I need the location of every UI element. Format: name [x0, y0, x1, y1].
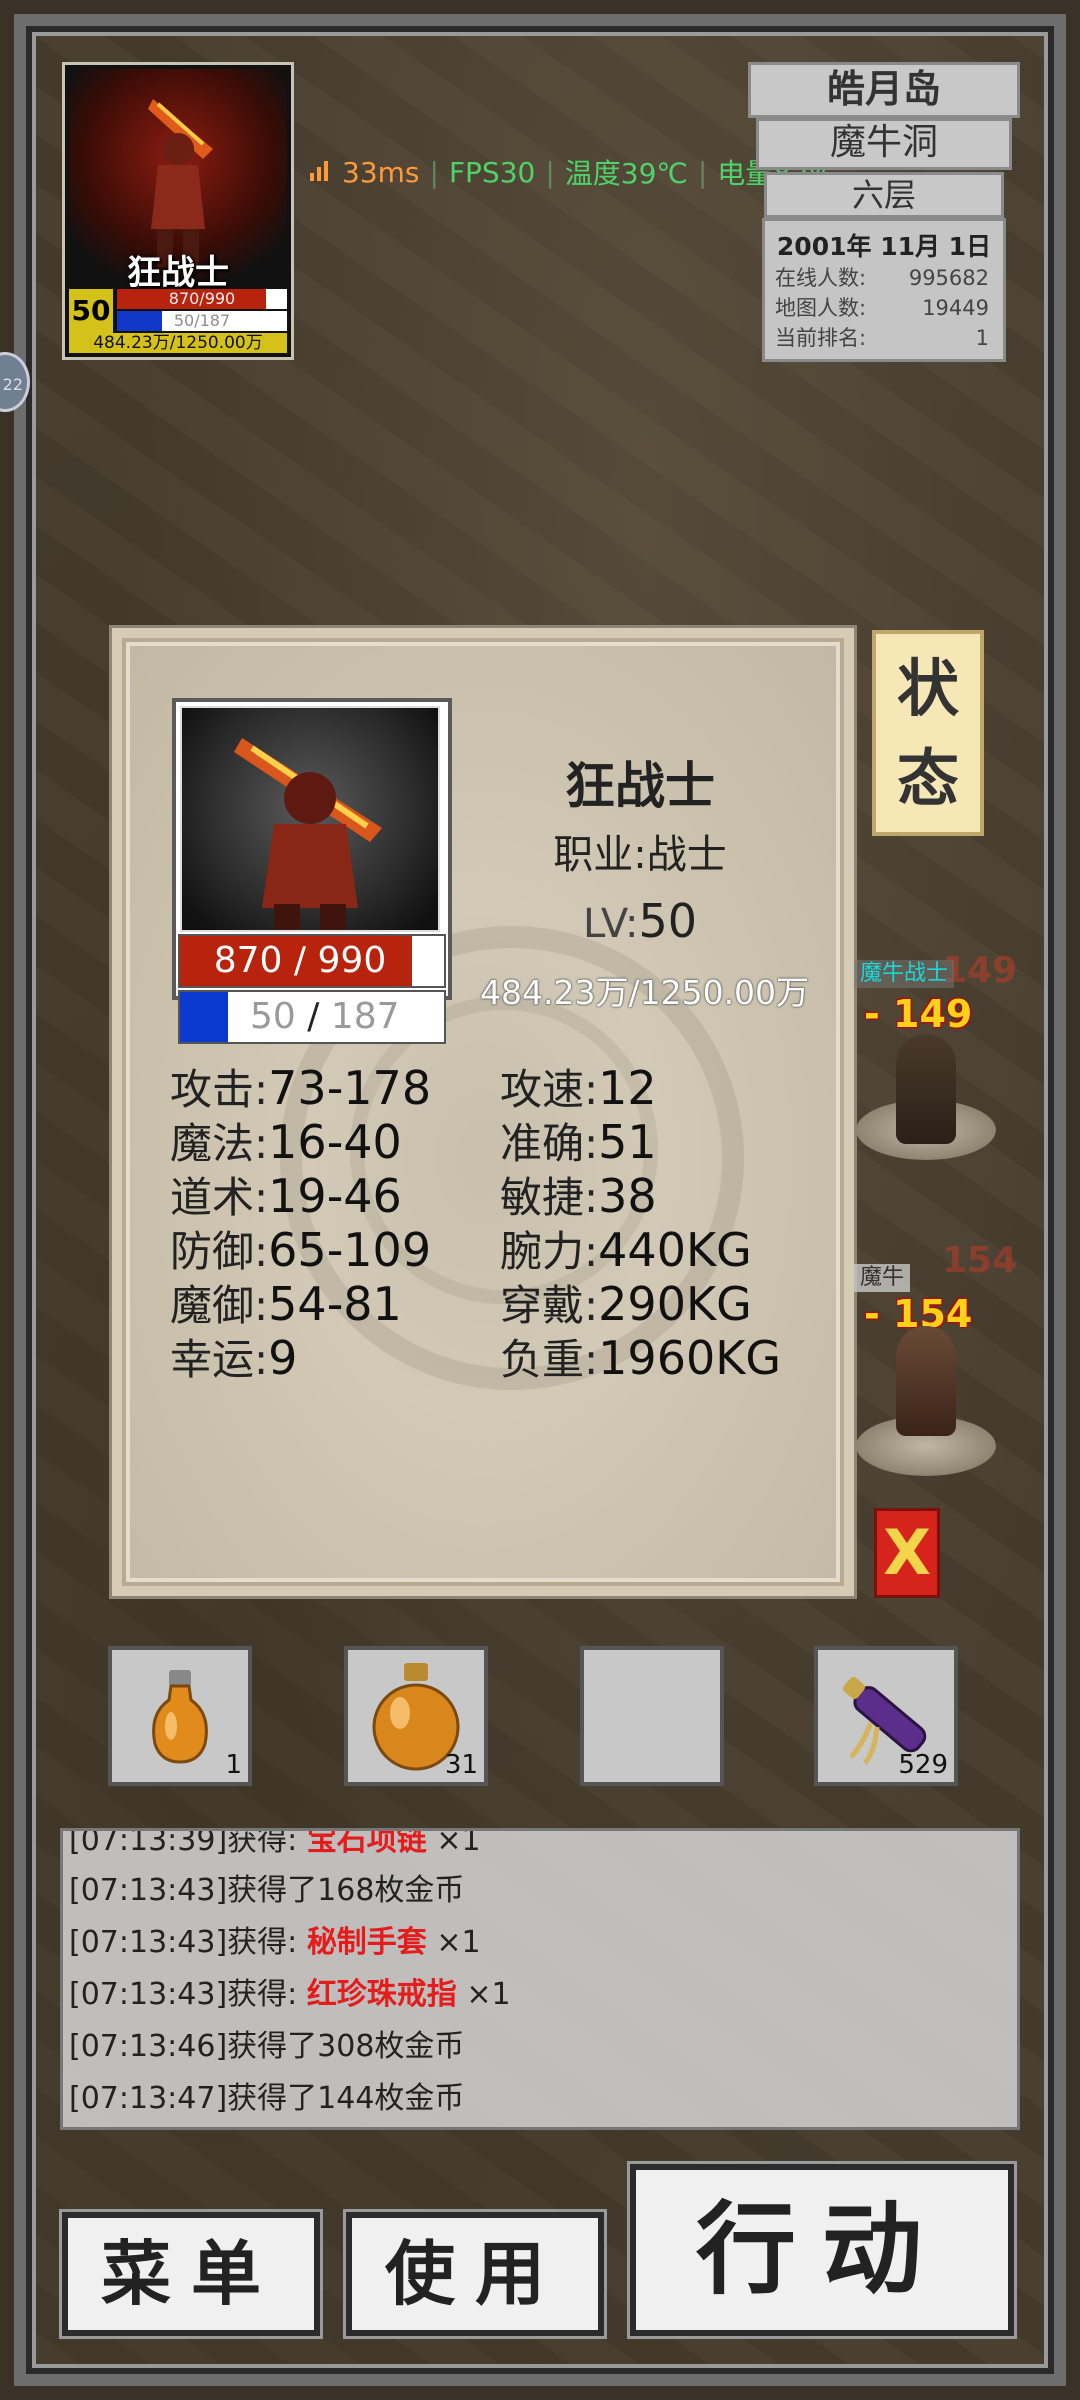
panel-mp-current: 50 — [250, 996, 296, 1037]
map-count-label: 地图人数: — [775, 296, 867, 320]
monster-name: 魔牛战士 — [854, 960, 955, 988]
panel-mp-bar: 50 / 187 — [178, 990, 446, 1044]
log-line: [07:13:43]获得了168枚金币 — [69, 1873, 465, 1908]
character-level: LV:50 — [490, 894, 790, 948]
warrior-figure-icon — [234, 738, 382, 930]
player-portrait-card[interactable]: 狂战士 50 870/990 50/187 484.23万/1250.00万 — [62, 62, 294, 360]
panel-mp-slash: / — [307, 996, 320, 1037]
log-line: [07:13:43]获得: 秘制手套 ×1 — [69, 1925, 481, 1960]
panel-hp-current: 870 — [213, 940, 283, 981]
stat-carry-weight: 负重:1960KG — [500, 1331, 782, 1385]
map-region[interactable]: 皓月岛 — [748, 62, 1020, 118]
panel-hp-slash: / — [293, 940, 307, 981]
monster-sprite — [896, 1326, 956, 1436]
map-count-row: 地图人数: 19449 — [765, 293, 1003, 323]
item-count: 529 — [898, 1750, 948, 1780]
fps-text: FPS30 — [448, 155, 536, 189]
log-line: [07:13:43]获得: 红珍珠戒指 ×1 — [69, 1977, 511, 2012]
map-floor: 六层 — [764, 172, 1004, 218]
monster-minotaur-warrior[interactable]: 149 魔牛战士 - 149 — [850, 950, 1017, 1190]
rank-label: 当前排名: — [775, 326, 867, 350]
panel-portrait: 870 / 990 50 / 187 — [172, 698, 452, 1044]
player-mp-bar: 50/187 — [117, 311, 287, 331]
log-line: [07:13:39]获得: 宝石项链 ×1 — [69, 1828, 481, 1858]
item-slot-2[interactable]: 31 — [344, 1646, 488, 1786]
player-mp-text: 50/187 — [173, 311, 231, 330]
level-label: LV: — [582, 901, 639, 947]
status-tab-line2: 态 — [896, 742, 959, 815]
panel-hp-bar: 870 / 990 — [178, 934, 446, 988]
panel-mp-max: 187 — [330, 996, 400, 1037]
stat-agility: 敏捷:38 — [500, 1169, 657, 1223]
signal-icon — [310, 161, 332, 183]
rank-row: 当前排名: 1 — [765, 323, 1003, 353]
level-value: 50 — [638, 894, 697, 948]
item-slot-1[interactable]: 1 — [108, 1646, 252, 1786]
divider: | — [545, 155, 555, 189]
player-hp-text: 870/990 — [168, 289, 236, 308]
action-button[interactable]: 行动 — [630, 2164, 1014, 2336]
status-tab[interactable]: 状 态 — [872, 630, 984, 836]
player-level-badge: 50 — [69, 289, 113, 333]
temp-text: 温度39℃ — [564, 157, 688, 190]
item-slot-4[interactable]: 529 — [814, 1646, 958, 1786]
player-hp-bar: 870/990 — [117, 289, 287, 309]
warrior-figure-icon — [148, 99, 213, 267]
online-value: 995682 — [908, 266, 989, 290]
monster-name: 魔牛 — [854, 1264, 911, 1292]
stat-luck: 幸运:9 — [170, 1331, 298, 1385]
monster-sprite — [896, 1034, 956, 1144]
monster-damage: - 149 — [864, 992, 973, 1036]
character-name: 狂战士 — [565, 757, 715, 815]
panel-hp-text: 870 / 990 — [180, 936, 420, 986]
panel-mp-fill — [180, 992, 228, 1042]
game-date: 2001年 11月 1日 — [776, 232, 992, 261]
stat-strength: 腕力:440KG — [500, 1223, 752, 1277]
log-line: [07:13:46]获得了308枚金币 — [69, 2029, 465, 2064]
character-exp: 484.23万/1250.00万 — [480, 973, 810, 1012]
log-line: [07:13:47]获得了144枚金币 — [69, 2081, 465, 2116]
panel-hp-max: 990 — [317, 940, 387, 981]
use-button[interactable]: 使用 — [346, 2212, 604, 2336]
character-class: 职业:战士 — [553, 832, 727, 878]
stat-magic-defense: 魔御:54-81 — [170, 1277, 402, 1331]
item-slot-3[interactable] — [580, 1646, 724, 1786]
stat-taoism: 道术:19-46 — [170, 1169, 402, 1223]
player-avatar: 狂战士 — [69, 69, 287, 293]
panel-mp-text: 50 / 187 — [250, 992, 400, 1042]
divider: | — [697, 155, 708, 189]
stat-attack-speed: 攻速:12 — [500, 1061, 657, 1115]
online-label: 在线人数: — [775, 266, 867, 290]
server-info-box: 2001年 11月 1日 在线人数: 995682 地图人数: 19449 当前… — [762, 218, 1006, 362]
stat-wear-weight: 穿戴:290KG — [500, 1277, 752, 1331]
monster-damage-ghost: 154 — [942, 1240, 1018, 1281]
stat-attack: 攻击:73-178 — [170, 1061, 432, 1115]
map-count-value: 19449 — [922, 296, 989, 320]
online-count-row: 在线人数: 995682 — [765, 263, 1003, 293]
player-exp-text: 484.23万/1250.00万 — [69, 333, 287, 353]
item-count: 1 — [225, 1750, 242, 1780]
item-count: 31 — [444, 1750, 478, 1780]
panel-avatar — [180, 706, 440, 932]
monster-minotaur[interactable]: 154 魔牛 - 154 — [850, 1240, 1017, 1480]
map-dungeon: 魔牛洞 — [756, 118, 1012, 170]
small-potion-icon — [152, 1670, 208, 1764]
panel-background: 870 / 990 50 / 187 狂战士 职业:战士 LV:50 484.2… — [130, 646, 836, 1578]
close-panel-button[interactable]: X — [874, 1508, 940, 1598]
loot-log[interactable]: [07:13:39]获得: 宝石项链 ×1 [07:13:43]获得了168枚金… — [60, 1828, 1020, 2130]
character-status-panel: 870 / 990 50 / 187 狂战士 职业:战士 LV:50 484.2… — [112, 628, 854, 1596]
menu-button[interactable]: 菜单 — [62, 2212, 320, 2336]
stat-accuracy: 准确:51 — [500, 1115, 657, 1169]
divider: | — [429, 155, 439, 189]
stat-defense: 防御:65-109 — [170, 1223, 432, 1277]
rank-value: 1 — [975, 326, 989, 350]
ping-text: 33ms — [342, 155, 420, 189]
player-name: 狂战士 — [127, 253, 229, 293]
status-tab-line1: 状 — [896, 652, 959, 725]
stat-magic: 魔法:16-40 — [170, 1115, 402, 1169]
